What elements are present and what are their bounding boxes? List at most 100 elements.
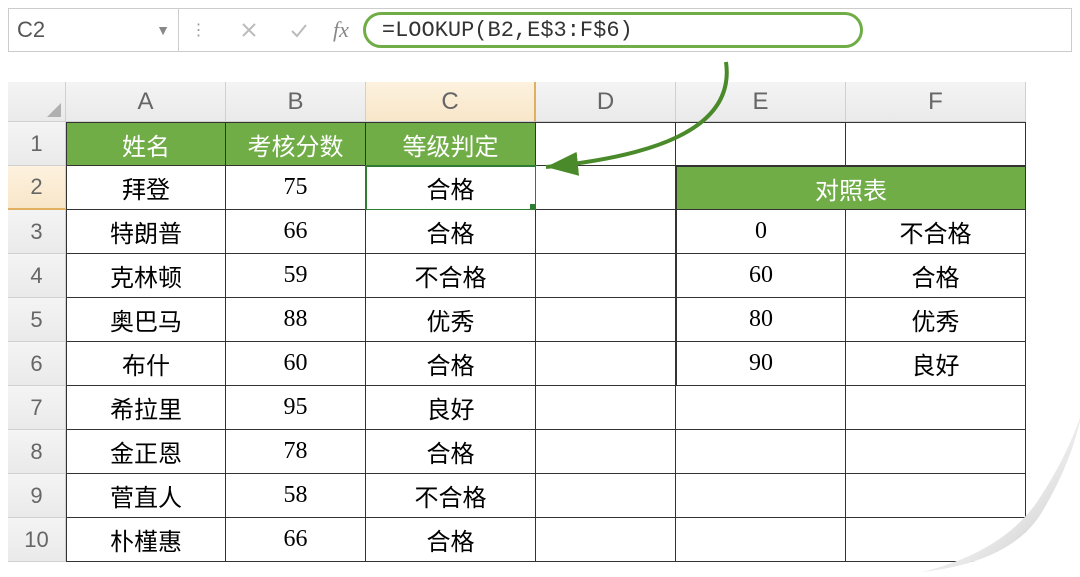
cell-F9[interactable] (846, 474, 1026, 518)
cell-F6[interactable]: 良好 (846, 342, 1026, 386)
cell-A4[interactable]: 克林顿 (66, 254, 226, 298)
cell-B3[interactable]: 66 (226, 210, 366, 254)
cell-A7[interactable]: 希拉里 (66, 386, 226, 430)
row-header-7[interactable]: 7 (8, 386, 66, 430)
cell-D9[interactable] (536, 474, 676, 518)
cells[interactable]: 姓名考核分数等级判定拜登75合格对照表特朗普66合格0不合格克林顿59不合格60… (66, 122, 1072, 562)
cell-C4[interactable]: 不合格 (366, 254, 536, 298)
row-5: 奥巴马88优秀80优秀 (66, 298, 1072, 342)
cell-E2[interactable]: 对照表 (676, 166, 1026, 210)
cell-E5[interactable]: 80 (676, 298, 846, 342)
cell-F10[interactable] (846, 518, 1026, 562)
col-header-C[interactable]: C (366, 82, 536, 122)
cell-C3[interactable]: 合格 (366, 210, 536, 254)
cell-A1[interactable]: 姓名 (66, 122, 226, 166)
row-header-8[interactable]: 8 (8, 430, 66, 474)
cell-A8[interactable]: 金正恩 (66, 430, 226, 474)
cell-D2[interactable] (536, 166, 676, 210)
name-box[interactable]: C2 ▼ (9, 9, 179, 51)
cell-E1[interactable] (676, 122, 846, 166)
cell-D3[interactable] (536, 210, 676, 254)
cell-D10[interactable] (536, 518, 676, 562)
cell-B5[interactable]: 88 (226, 298, 366, 342)
cell-F3[interactable]: 不合格 (846, 210, 1026, 254)
select-all-corner[interactable] (8, 82, 66, 122)
cell-B7[interactable]: 95 (226, 386, 366, 430)
row-header-1[interactable]: 1 (8, 122, 66, 166)
cell-D7[interactable] (536, 386, 676, 430)
row-header-3[interactable]: 3 (8, 210, 66, 254)
cell-A10[interactable]: 朴槿惠 (66, 518, 226, 562)
spreadsheet[interactable]: 12345678910 ABCDEF 姓名考核分数等级判定拜登75合格对照表特朗… (8, 82, 1072, 562)
cell-D4[interactable] (536, 254, 676, 298)
col-header-A[interactable]: A (66, 82, 226, 122)
cell-D6[interactable] (536, 342, 676, 386)
name-box-value: C2 (17, 17, 45, 43)
cell-F5[interactable]: 优秀 (846, 298, 1026, 342)
cell-E7[interactable] (676, 386, 846, 430)
row-10: 朴槿惠66合格 (66, 518, 1072, 562)
row-3: 特朗普66合格 0不合格 (66, 210, 1072, 254)
cancel-icon[interactable] (239, 22, 259, 38)
row-9: 菅直人58不合格 (66, 474, 1072, 518)
formula-text: =LOOKUP(B2,E$3:F$6) (382, 18, 633, 43)
row-header-5[interactable]: 5 (8, 298, 66, 342)
cell-E8[interactable] (676, 430, 846, 474)
cell-D5[interactable] (536, 298, 676, 342)
row-header-6[interactable]: 6 (8, 342, 66, 386)
cell-A5[interactable]: 奥巴马 (66, 298, 226, 342)
cell-C6[interactable]: 合格 (366, 342, 536, 386)
enter-icon[interactable] (289, 22, 309, 38)
row-7: 希拉里95良好 (66, 386, 1072, 430)
cell-C10[interactable]: 合格 (366, 518, 536, 562)
cell-F1[interactable] (846, 122, 1026, 166)
cell-C1[interactable]: 等级判定 (366, 122, 536, 166)
chevron-down-icon[interactable]: ▼ (156, 22, 170, 38)
dots-icon[interactable]: ⋮ (189, 20, 209, 40)
col-header-F[interactable]: F (846, 82, 1026, 122)
row-8: 金正恩78合格 (66, 430, 1072, 474)
cell-C2[interactable]: 合格 (366, 166, 536, 210)
cell-E6[interactable]: 90 (676, 342, 846, 386)
cell-A2[interactable]: 拜登 (66, 166, 226, 210)
col-header-B[interactable]: B (226, 82, 366, 122)
cell-B9[interactable]: 58 (226, 474, 366, 518)
row-header-9[interactable]: 9 (8, 474, 66, 518)
cell-E9[interactable] (676, 474, 846, 518)
row-1: 姓名考核分数等级判定 (66, 122, 1072, 166)
cell-E3[interactable]: 0 (676, 210, 846, 254)
cell-F4[interactable]: 合格 (846, 254, 1026, 298)
row-header-10[interactable]: 10 (8, 518, 66, 562)
col-header-D[interactable]: D (536, 82, 676, 122)
cell-A3[interactable]: 特朗普 (66, 210, 226, 254)
cell-B10[interactable]: 66 (226, 518, 366, 562)
formula-input[interactable]: =LOOKUP(B2,E$3:F$6) (363, 12, 863, 48)
cell-B6[interactable]: 60 (226, 342, 366, 386)
row-header-4[interactable]: 4 (8, 254, 66, 298)
formula-bar: C2 ▼ ⋮ fx =LOOKUP(B2,E$3:F$6) (8, 8, 1072, 52)
cell-B8[interactable]: 78 (226, 430, 366, 474)
cell-C5[interactable]: 优秀 (366, 298, 536, 342)
row-headers: 12345678910 (8, 82, 66, 562)
cell-B4[interactable]: 59 (226, 254, 366, 298)
cell-F8[interactable] (846, 430, 1026, 474)
formula-bar-controls: ⋮ (179, 9, 319, 51)
cell-D1[interactable] (536, 122, 676, 166)
cell-C9[interactable]: 不合格 (366, 474, 536, 518)
cell-D8[interactable] (536, 430, 676, 474)
column-headers: ABCDEF (66, 82, 1072, 122)
cell-E10[interactable] (676, 518, 846, 562)
cell-C7[interactable]: 良好 (366, 386, 536, 430)
cell-B2[interactable]: 75 (226, 166, 366, 210)
cell-C8[interactable]: 合格 (366, 430, 536, 474)
fx-label[interactable]: fx (319, 17, 363, 43)
cell-E4[interactable]: 60 (676, 254, 846, 298)
cell-A6[interactable]: 布什 (66, 342, 226, 386)
row-header-2[interactable]: 2 (8, 166, 66, 210)
row-6: 布什60合格 90良好 (66, 342, 1072, 386)
cell-A9[interactable]: 菅直人 (66, 474, 226, 518)
cell-B1[interactable]: 考核分数 (226, 122, 366, 166)
cell-F7[interactable] (846, 386, 1026, 430)
col-header-E[interactable]: E (676, 82, 846, 122)
row-2: 拜登75合格 对照表 (66, 166, 1072, 210)
